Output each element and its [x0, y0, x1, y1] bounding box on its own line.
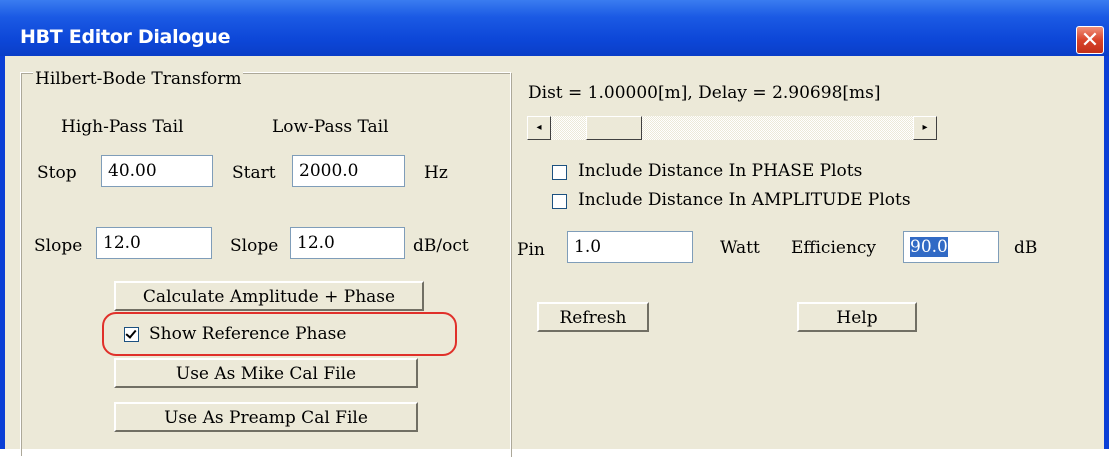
start-input[interactable]: 2000.0 [292, 155, 405, 187]
efficiency-label: Efficiency [791, 238, 877, 258]
close-icon[interactable]: ✕ [1076, 26, 1104, 54]
dist-delay-readout: Dist = 1.00000[m], Delay = 2.90698[ms] [528, 83, 881, 103]
db-unit: dB [1014, 238, 1038, 258]
efficiency-input[interactable]: 90.0 [903, 231, 999, 263]
start-label: Start [232, 163, 276, 183]
show-reference-phase-label: Show Reference Phase [149, 324, 347, 344]
window-title: HBT Editor Dialogue [20, 26, 231, 48]
lp-slope-input[interactable]: 12.0 [290, 227, 405, 259]
include-amplitude-checkbox[interactable] [552, 194, 567, 209]
hp-slope-input[interactable]: 12.0 [96, 227, 212, 259]
slope-unit: dB/oct [413, 236, 469, 256]
watt-unit: Watt [720, 238, 760, 258]
calculate-amplitude-phase-button[interactable]: Calculate Amplitude + Phase [114, 281, 424, 311]
include-phase-label: Include Distance In PHASE Plots [578, 161, 863, 181]
delay-scrollbar[interactable]: ◂ ▸ [527, 116, 937, 140]
title-bar[interactable]: HBT Editor Dialogue ✕ [0, 0, 1109, 56]
include-phase-checkbox[interactable] [552, 165, 567, 180]
hz-unit: Hz [424, 163, 448, 183]
scroll-left-icon[interactable]: ◂ [527, 116, 551, 140]
stop-label: Stop [37, 163, 77, 183]
show-reference-phase-checkbox[interactable] [124, 327, 139, 342]
help-button[interactable]: Help [797, 302, 917, 332]
stop-input[interactable]: 40.00 [101, 155, 213, 187]
high-pass-heading: High-Pass Tail [61, 117, 184, 137]
group-title: Hilbert-Bode Transform [33, 69, 244, 89]
use-as-mike-cal-button[interactable]: Use As Mike Cal File [114, 358, 418, 388]
pin-input[interactable]: 1.0 [567, 231, 693, 263]
include-amplitude-label: Include Distance In AMPLITUDE Plots [578, 190, 911, 210]
lp-slope-label: Slope [230, 236, 279, 256]
low-pass-heading: Low-Pass Tail [272, 117, 389, 137]
refresh-button[interactable]: Refresh [537, 302, 649, 332]
scroll-thumb[interactable] [586, 116, 642, 140]
use-as-preamp-cal-button[interactable]: Use As Preamp Cal File [114, 402, 418, 432]
scroll-right-icon[interactable]: ▸ [913, 116, 937, 140]
hp-slope-label: Slope [34, 236, 83, 256]
pin-label: Pin [517, 240, 545, 260]
